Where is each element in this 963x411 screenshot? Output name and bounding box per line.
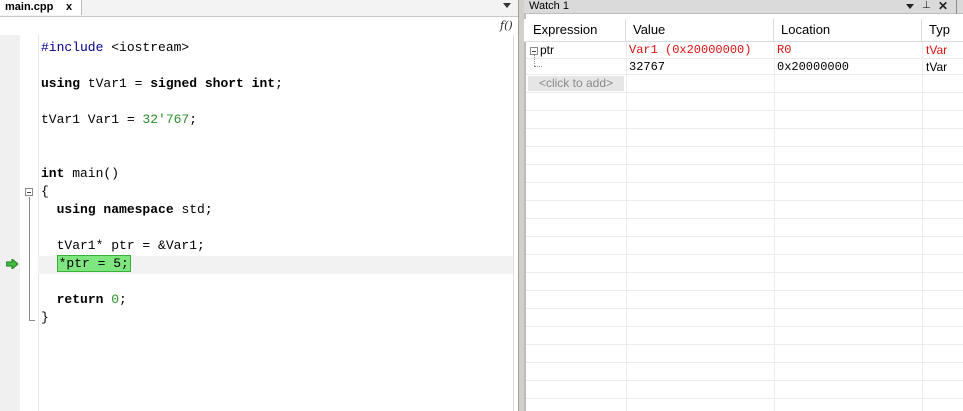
code-text: ;	[275, 76, 283, 91]
location-cell: 0x20000000	[777, 60, 850, 74]
grid-row-line	[526, 200, 963, 201]
include-directive: #include	[41, 40, 104, 55]
editor-pane: main.cpp x f() #include <iostream> using…	[0, 0, 519, 411]
grid-row-line	[526, 380, 963, 381]
grid-row-line	[526, 362, 963, 363]
number-literal: 32'767	[142, 112, 190, 127]
code-line-5: tVar1 Var1 = 32'767;	[41, 111, 197, 129]
tab-close-icon[interactable]: x	[66, 0, 72, 14]
collapse-icon[interactable]	[530, 47, 538, 55]
editor-tab-bar: main.cpp x	[0, 0, 518, 17]
keyword: signed short int	[150, 76, 276, 91]
code-line-12: tVar1* ptr = &Var1;	[41, 238, 205, 253]
window-menu-dropdown-icon[interactable]	[906, 4, 914, 9]
grid-row-line	[526, 398, 963, 399]
grid-row-line	[526, 326, 963, 327]
grid-row-line	[526, 110, 963, 111]
watch-title: Watch 1	[529, 0, 569, 12]
grid-row-line	[526, 290, 963, 291]
grid-column-line	[626, 42, 627, 411]
code-line-1: #include <iostream>	[41, 39, 189, 57]
code-text: main()	[64, 166, 120, 181]
value-cell[interactable]: 32767	[629, 59, 665, 75]
grid-row-line	[526, 272, 963, 273]
tree-guide	[534, 66, 542, 67]
title-bar-divider	[956, 0, 957, 14]
fold-guide-end	[29, 320, 35, 321]
click-to-add-row[interactable]: <click to add>	[528, 76, 624, 91]
grid-row-line	[526, 344, 963, 345]
number-literal: 0	[111, 292, 120, 307]
code-line-10: using namespace std;	[41, 201, 213, 219]
grid-row-line	[526, 182, 963, 183]
code-line-16: }	[41, 310, 49, 325]
keyword: return	[56, 292, 104, 307]
value-cell[interactable]: Var1 (0x20000000)	[629, 42, 751, 58]
code-text: tVar1 =	[80, 76, 151, 91]
expression-cell[interactable]: ptr	[540, 42, 554, 58]
code-line-13: *ptr = 5;	[41, 255, 131, 273]
grid-row-line	[526, 308, 963, 309]
keyword: int	[41, 166, 65, 181]
tab-label: main.cpp	[5, 1, 54, 13]
keyword: using	[41, 76, 81, 91]
grid-row-line	[526, 254, 963, 255]
pin-icon[interactable]: ⊥	[922, 0, 931, 13]
type-cell: tVar	[926, 60, 948, 74]
editor-navigation-bar	[0, 17, 518, 35]
code-line-9: {	[41, 184, 49, 199]
column-header-value[interactable]: Value	[626, 19, 774, 41]
current-statement-highlight: *ptr = 5;	[56, 255, 131, 272]
column-header-type[interactable]: Typ	[922, 19, 963, 41]
fold-guide-line	[29, 197, 30, 321]
column-header-location[interactable]: Location	[774, 19, 922, 41]
grid-row-line	[526, 58, 963, 59]
grid-row-line	[526, 218, 963, 219]
grid-row-line	[526, 128, 963, 129]
column-header-expression[interactable]: Expression	[526, 19, 626, 41]
fold-collapse-icon[interactable]	[25, 188, 33, 196]
code-line-3: using tVar1 = signed short int;	[41, 75, 283, 93]
breakpoint-margin[interactable]	[0, 35, 20, 411]
watch-pane: Watch 1 ⊥ ✕ Expression Value Location Ty…	[524, 0, 963, 411]
current-statement-arrow-icon	[6, 259, 18, 269]
location-cell: R0	[777, 43, 792, 57]
grid-row-line	[526, 146, 963, 147]
code-text: ;	[119, 292, 127, 307]
grid-column-line	[922, 42, 923, 411]
code-line-8: int main()	[41, 165, 119, 183]
grid-row-line	[526, 164, 963, 165]
grid-column-line	[774, 42, 775, 411]
include-target: <iostream>	[103, 40, 190, 55]
function-list-icon[interactable]: f()	[500, 19, 513, 32]
tab-main-cpp[interactable]: main.cpp x	[0, 0, 82, 15]
watch-title-bar: Watch 1 ⊥ ✕	[524, 0, 963, 14]
code-text: std;	[173, 202, 213, 217]
grid-row-line	[526, 236, 963, 237]
grid-row-line	[526, 92, 963, 93]
tab-dropdown-icon[interactable]	[503, 3, 511, 8]
type-cell: tVar	[926, 43, 948, 57]
tree-guide	[534, 55, 535, 66]
code-line-15: return 0;	[41, 291, 127, 309]
close-icon[interactable]: ✕	[938, 0, 948, 13]
code-text: ;	[189, 112, 198, 127]
watch-column-header: Expression Value Location Typ	[524, 19, 963, 42]
grid-row-line	[526, 74, 963, 75]
keyword: using namespace	[56, 202, 174, 217]
code-text: tVar1 Var1 =	[41, 112, 143, 127]
